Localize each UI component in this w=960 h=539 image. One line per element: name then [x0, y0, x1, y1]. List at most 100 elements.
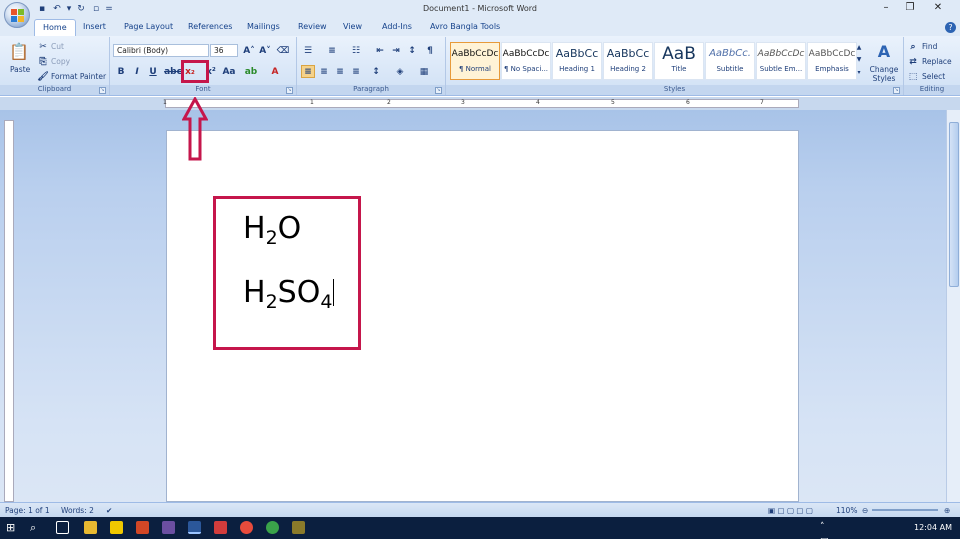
font-name-combo[interactable]: Calibri (Body) — [113, 44, 209, 57]
format-painter-button[interactable]: Format Painter — [51, 72, 106, 81]
styles-scroll-down-icon[interactable]: ▼ — [854, 54, 864, 64]
style-tile[interactable]: AaBbCcDc ¶ No Spaci... — [501, 42, 551, 80]
multilevel-list-icon[interactable]: ☷ — [349, 44, 363, 57]
zoom-out-icon[interactable]: ⊖ — [862, 506, 868, 515]
shrink-font-icon[interactable]: A˅ — [258, 44, 272, 57]
formula-water[interactable]: H2O — [243, 211, 301, 249]
close-button[interactable]: ✕ — [930, 2, 946, 16]
paragraph-launcher-icon[interactable]: ↘ — [435, 87, 442, 94]
clipboard-launcher-icon[interactable]: ↘ — [99, 87, 106, 94]
word-taskbar-icon[interactable] — [188, 521, 201, 534]
app-icon-olive[interactable] — [292, 521, 305, 534]
style-tile[interactable]: AaBbCcDc Emphasis — [807, 42, 857, 80]
tab-page-layout[interactable]: Page Layout — [124, 22, 173, 31]
cut-button[interactable]: Cut — [51, 42, 64, 51]
numbering-icon[interactable]: ≡ — [325, 44, 339, 57]
zoom-in-icon[interactable]: ⊕ — [944, 506, 950, 515]
clear-formatting-icon[interactable]: ⌫ — [276, 44, 290, 57]
select-button[interactable]: Select — [922, 72, 945, 81]
underline-icon[interactable]: U — [146, 65, 160, 78]
view-buttons[interactable]: ▣ ▢ ▢ ▢ ▢ — [768, 506, 813, 515]
app-icon-red[interactable] — [214, 521, 227, 534]
clock[interactable]: 12:04 AM — [914, 523, 952, 532]
grow-font-icon[interactable]: A˄ — [242, 44, 256, 57]
zoom-slider[interactable] — [872, 509, 938, 511]
change-case-icon[interactable]: Aa — [222, 65, 236, 78]
font-launcher-icon[interactable]: ↘ — [286, 87, 293, 94]
italic-icon[interactable]: I — [130, 65, 144, 78]
page-count[interactable]: Page: 1 of 1 — [5, 506, 50, 515]
tab-avro-bangla-tools[interactable]: Avro Bangla Tools — [430, 22, 500, 31]
style-tile[interactable]: AaBbCc. Subtitle — [705, 42, 755, 80]
vertical-scrollbar[interactable] — [946, 110, 960, 502]
tab-home[interactable]: Home — [34, 19, 76, 36]
document-page[interactable]: H2O H2SO4 — [166, 130, 799, 502]
file-explorer-icon[interactable] — [84, 521, 97, 534]
justify-icon[interactable]: ≡ — [349, 65, 363, 78]
style-tile[interactable]: AaB Title — [654, 42, 704, 80]
formula-sulfuric-acid[interactable]: H2SO4 — [243, 275, 335, 313]
search-icon[interactable]: ⌕ — [30, 521, 43, 534]
find-button[interactable]: Find — [922, 42, 937, 51]
font-size-combo[interactable]: 36 — [210, 44, 238, 57]
sticky-app-icon[interactable] — [110, 521, 123, 534]
tab-mailings[interactable]: Mailings — [247, 22, 280, 31]
word-count[interactable]: Words: 2 — [61, 506, 94, 515]
change-styles-button[interactable]: Change Styles — [869, 65, 899, 83]
sort-icon[interactable]: ↕ — [405, 44, 419, 57]
help-icon[interactable]: ? — [945, 22, 956, 33]
paste-icon[interactable]: 📋 — [8, 40, 30, 62]
align-center-icon[interactable]: ≡ — [317, 65, 331, 78]
task-view-icon[interactable] — [56, 521, 69, 534]
restore-button[interactable]: ❐ — [902, 2, 918, 16]
format-painter-icon[interactable]: 🖌 — [36, 70, 50, 83]
show-formatting-icon[interactable]: ¶ — [423, 44, 437, 57]
vertical-ruler[interactable] — [4, 120, 14, 502]
style-tile[interactable]: AaBbCc Heading 2 — [603, 42, 653, 80]
powerpoint-icon[interactable] — [136, 521, 149, 534]
tab-insert[interactable]: Insert — [83, 22, 106, 31]
tab-view[interactable]: View — [343, 22, 362, 31]
style-tile[interactable]: AaBbCcDc ¶ Normal — [450, 42, 500, 80]
align-left-icon[interactable]: ≡ — [301, 65, 315, 78]
horizontal-ruler[interactable]: 1 1 2 3 4 5 6 7 — [0, 97, 960, 110]
align-right-icon[interactable]: ≡ — [333, 65, 347, 78]
font-color-icon[interactable]: A — [268, 65, 282, 78]
windows-start-icon[interactable]: ⊞ — [6, 521, 19, 534]
shading-icon[interactable]: ◈ — [393, 65, 407, 78]
decrease-indent-icon[interactable]: ⇤ — [373, 44, 387, 57]
copy-button[interactable]: Copy — [51, 57, 70, 66]
system-tray-icons[interactable]: ˄ ▭ ◉ 🔊 ⌨ — [820, 521, 833, 539]
style-tile[interactable]: AaBbCcDc Subtle Em... — [756, 42, 806, 80]
styles-more-icon[interactable]: ▾ — [854, 67, 864, 77]
strikethrough-icon[interactable]: abc — [164, 65, 182, 78]
tab-review[interactable]: Review — [298, 22, 327, 31]
highlight-icon[interactable]: ab — [244, 65, 258, 78]
tab-add-ins[interactable]: Add-Ins — [382, 22, 412, 31]
replace-icon[interactable]: ⇄ — [906, 55, 920, 68]
replace-button[interactable]: Replace — [922, 57, 952, 66]
find-icon[interactable]: ⌕ — [906, 40, 920, 53]
minimize-button[interactable]: – — [878, 2, 894, 16]
photoshop-icon[interactable] — [162, 521, 175, 534]
styles-scroll-up-icon[interactable]: ▲ — [854, 42, 864, 52]
select-icon[interactable]: ⬚ — [906, 70, 920, 83]
styles-launcher-icon[interactable]: ↘ — [893, 87, 900, 94]
proofing-icon[interactable]: ✔ — [106, 506, 112, 515]
line-spacing-icon[interactable]: ↕ — [369, 65, 383, 78]
borders-icon[interactable]: ▦ — [417, 65, 431, 78]
chrome-icon[interactable] — [240, 521, 253, 534]
scrollbar-thumb[interactable] — [949, 122, 959, 287]
paste-button[interactable]: Paste — [10, 65, 30, 74]
tab-references[interactable]: References — [188, 22, 232, 31]
cut-icon[interactable]: ✂ — [36, 40, 50, 53]
zoom-level[interactable]: 110% — [836, 506, 857, 515]
style-tile[interactable]: AaBbCc Heading 1 — [552, 42, 602, 80]
bold-icon[interactable]: B — [114, 65, 128, 78]
change-styles-icon[interactable]: A — [874, 41, 894, 61]
increase-indent-icon[interactable]: ⇥ — [389, 44, 403, 57]
bullets-icon[interactable]: ☰ — [301, 44, 315, 57]
office-button[interactable] — [4, 2, 30, 28]
app-icon-green[interactable] — [266, 521, 279, 534]
copy-icon[interactable]: ⎘ — [36, 55, 50, 68]
